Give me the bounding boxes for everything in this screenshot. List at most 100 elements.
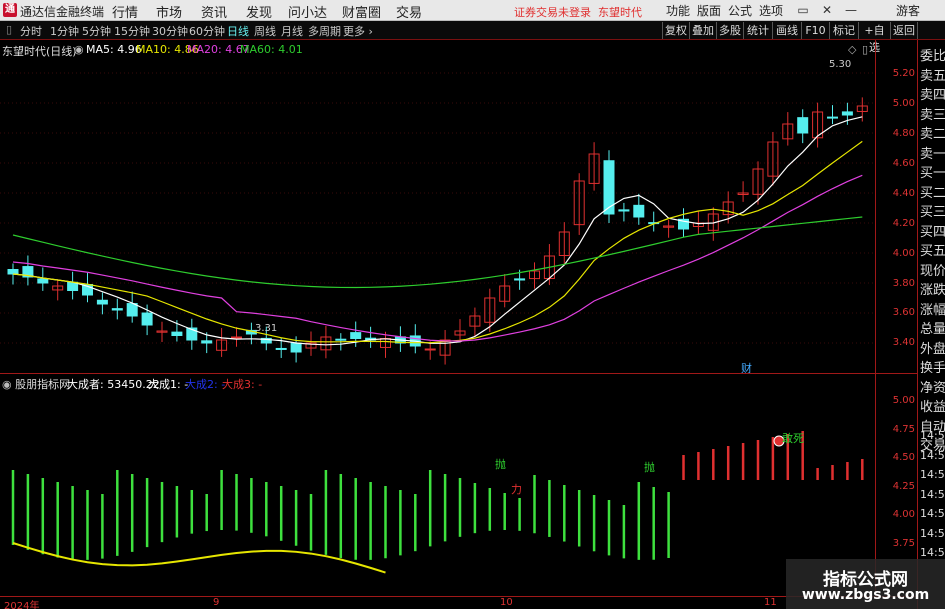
period-multi[interactable]: 多周期: [308, 23, 341, 39]
y-tick: 4.80: [892, 128, 915, 139]
candle-body: [514, 278, 526, 281]
d3-label: 大成3: -: [222, 378, 263, 391]
btn-diejia[interactable]: 叠加: [689, 22, 716, 39]
settings-circle-icon[interactable]: ◉: [74, 43, 84, 56]
pane-divider[interactable]: [0, 373, 917, 374]
side-item[interactable]: 总量: [920, 318, 945, 337]
period-1min[interactable]: 1分钟: [50, 23, 79, 39]
side-item[interactable]: 14:56: [920, 468, 945, 481]
date-oct: 10: [500, 597, 513, 608]
guest-label[interactable]: 游客: [896, 2, 920, 19]
side-item[interactable]: 14:56: [920, 507, 945, 520]
y-tick: 4.60: [892, 158, 915, 169]
period-monthly[interactable]: 月线: [281, 23, 303, 39]
side-item[interactable]: 买三: [920, 201, 945, 220]
chart-area[interactable]: 东望时代(日线) ◉ MA5: 4.96 MA10: 4.86 MA20: 4.…: [0, 40, 876, 596]
indicator-settings-icon[interactable]: ◉: [2, 378, 12, 391]
btn-f10[interactable]: F10: [801, 22, 829, 39]
menu-wenxiaoda[interactable]: 问小达: [288, 2, 327, 21]
minimize-icon[interactable]: —: [842, 1, 860, 19]
period-60min[interactable]: 60分钟: [189, 23, 225, 39]
side-item[interactable]: 现价: [920, 260, 945, 279]
close-icon[interactable]: ✕: [818, 1, 836, 19]
side-item[interactable]: 14:55: [920, 429, 945, 442]
candle-body: [231, 336, 242, 339]
side-item[interactable]: 涨幅: [920, 299, 945, 318]
candle-body: [111, 308, 123, 311]
side-item[interactable]: 卖一: [920, 143, 945, 162]
app-logo-icon: 通: [3, 3, 17, 17]
date-sep: 9: [213, 597, 220, 608]
menu-trade[interactable]: 交易: [396, 2, 422, 21]
menu-market[interactable]: 市场: [156, 2, 182, 21]
menu-function[interactable]: 功能: [666, 2, 690, 19]
low-price-label: 3.31: [255, 323, 278, 334]
side-item[interactable]: 买二: [920, 182, 945, 201]
side-item[interactable]: 收益: [920, 396, 945, 415]
btn-huaxian[interactable]: 画线: [772, 22, 801, 39]
side-item[interactable]: 卖四: [920, 84, 945, 103]
period-30min[interactable]: 30分钟: [152, 23, 188, 39]
quote-side-panel: 委比 卖五 卖四 卖三 卖二 卖一 买一 买二 买三 买四 买五 现价 涨跌 涨幅 总量 外盘 换手 净资 收益 自动…: [917, 40, 945, 609]
menu-news[interactable]: 资讯: [201, 2, 227, 21]
btn-biaoji[interactable]: 标记: [829, 22, 858, 39]
side-item[interactable]: 买五: [920, 240, 945, 259]
expand-icon[interactable]: ▯: [862, 43, 868, 56]
y-tick: 5.00: [892, 98, 915, 109]
menu-formula[interactable]: 公式: [728, 2, 752, 19]
period-more[interactable]: 更多 ›: [343, 23, 373, 39]
restore-icon[interactable]: ▭: [794, 1, 812, 19]
period-weekly[interactable]: 周线: [254, 23, 276, 39]
side-item[interactable]: 14:56: [920, 449, 945, 462]
period-15min[interactable]: 15分钟: [114, 23, 150, 39]
side-item[interactable]: 14:56: [920, 527, 945, 540]
side-item[interactable]: 14:56: [920, 488, 945, 501]
ind-y-tick: 4.25: [892, 481, 915, 492]
side-item[interactable]: 买一: [920, 162, 945, 181]
menu-layout[interactable]: 版面: [697, 2, 721, 19]
btn-duogu[interactable]: 多股: [716, 22, 743, 39]
side-item[interactable]: 净资: [920, 377, 945, 396]
dcz-label: 大成者: 53450.22: [67, 378, 160, 391]
menu-wealth[interactable]: 财富圈: [342, 2, 381, 21]
ind-y-tick: 5.00: [892, 395, 915, 406]
menu-discover[interactable]: 发现: [246, 2, 272, 21]
side-item[interactable]: 委比: [920, 45, 945, 64]
side-item[interactable]: 卖五: [920, 65, 945, 84]
candle-body: [141, 312, 153, 326]
period-fenshi[interactable]: 分时: [20, 23, 42, 39]
login-warning[interactable]: 证券交易未登录 东望时代: [514, 4, 642, 20]
signal-pao-1: 抛: [495, 458, 506, 471]
diamond-icon[interactable]: ◇: [848, 43, 856, 56]
btn-fuquan[interactable]: 复权: [662, 22, 689, 39]
side-item[interactable]: 外盘: [920, 338, 945, 357]
side-item[interactable]: 买四: [920, 221, 945, 240]
candle-body: [201, 340, 213, 344]
period-5min[interactable]: 5分钟: [82, 23, 111, 39]
kline-chart[interactable]: [0, 40, 876, 596]
chart-title: 东望时代(日线): [2, 45, 77, 58]
menu-options[interactable]: 选项: [759, 2, 783, 19]
candle-body: [37, 278, 49, 284]
side-item[interactable]: 卖三: [920, 104, 945, 123]
side-item[interactable]: 涨跌: [920, 279, 945, 298]
menu-hq[interactable]: 行情: [112, 2, 138, 21]
date-nov: 11: [764, 597, 777, 608]
watermark: 指标公式网 www.zbgs3.com: [786, 559, 945, 609]
btn-back[interactable]: 返回: [890, 22, 918, 39]
ind-y-tick: 3.75: [892, 538, 915, 549]
y-tick: 3.40: [892, 337, 915, 348]
btn-zixuan[interactable]: +自选: [858, 22, 890, 54]
indicator-title: ◉ 股朋指标网: [2, 378, 71, 391]
btn-tongji[interactable]: 统计: [743, 22, 772, 39]
side-item[interactable]: 14:56: [920, 546, 945, 559]
ind-y-tick: 4.75: [892, 424, 915, 435]
signal-li: 力: [511, 483, 522, 496]
side-item[interactable]: 卖二: [920, 123, 945, 142]
period-daily[interactable]: 日线: [227, 23, 249, 39]
candle-body: [827, 116, 838, 119]
price-axis: 5.20 5.00 4.80 4.60 4.40 4.20 4.00 3.80 …: [876, 40, 917, 596]
y-tick: 4.00: [892, 248, 915, 259]
side-item[interactable]: 换手: [920, 357, 945, 376]
app-title: 通达信金融终端: [20, 5, 105, 19]
